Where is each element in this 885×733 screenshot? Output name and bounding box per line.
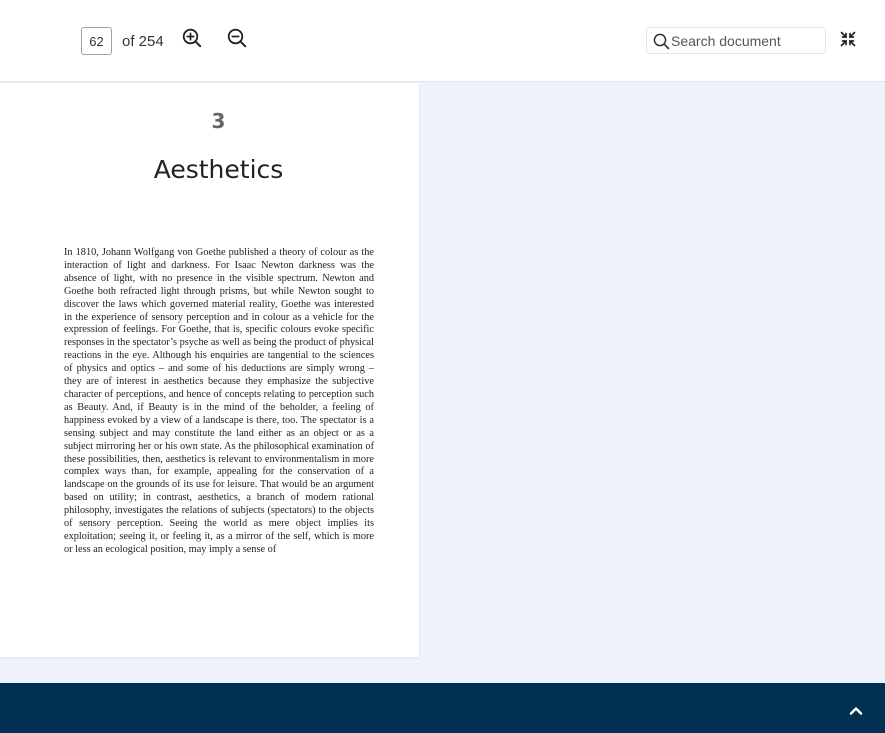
zoom-in-button[interactable] <box>180 26 204 50</box>
zoom-out-button[interactable] <box>225 26 249 50</box>
search-icon <box>653 33 670 50</box>
page-count-label: of 254 <box>122 33 164 50</box>
zoom-in-icon <box>182 28 202 48</box>
search-box[interactable] <box>646 27 826 54</box>
exit-fullscreen-button[interactable] <box>836 27 860 51</box>
chapter-number: 3 <box>211 109 226 133</box>
chevron-up-icon <box>849 706 863 715</box>
back-to-top-button[interactable] <box>846 702 866 718</box>
body-paragraph: In 1810, Johann Wolfgang von Goethe publ… <box>64 247 374 555</box>
footer-bar <box>0 683 885 733</box>
exit-fullscreen-icon <box>840 31 856 47</box>
search-input[interactable] <box>669 30 819 52</box>
document-page: 3 Aesthetics In 1810, Johann Wolfgang vo… <box>0 83 419 657</box>
viewer-toolbar: of 254 <box>0 0 885 82</box>
page-number-input[interactable] <box>81 27 112 55</box>
zoom-out-icon <box>227 28 247 48</box>
chapter-title: Aesthetics <box>153 155 284 184</box>
